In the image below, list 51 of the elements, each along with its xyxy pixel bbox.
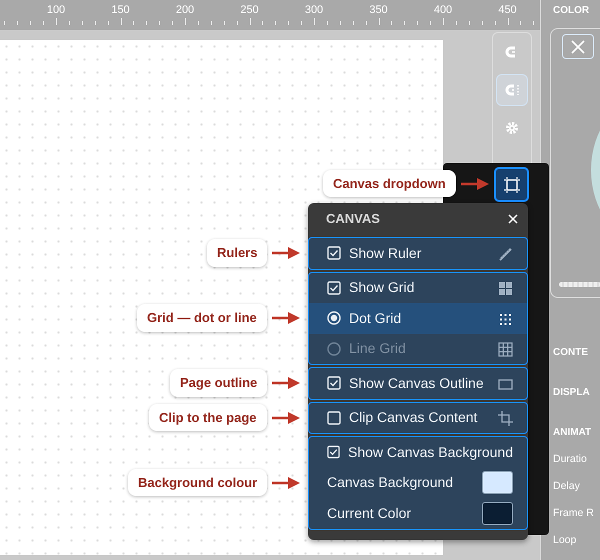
- arrow-icon: [272, 246, 302, 260]
- crop-icon: [498, 411, 513, 426]
- gear-icon: [504, 120, 520, 136]
- arrow-icon: [461, 176, 491, 190]
- field-label: Frame R: [553, 506, 594, 521]
- color-label: Canvas Background: [327, 473, 454, 492]
- slider-track: [559, 282, 600, 287]
- frame-icon: [502, 176, 520, 194]
- callout: Clip to the page: [149, 404, 266, 432]
- menu-option[interactable]: Clip Canvas Content: [309, 402, 527, 433]
- menu-option[interactable]: Dot Grid: [309, 303, 527, 334]
- field-label: Duratio: [553, 452, 587, 467]
- callout: Page outline: [170, 369, 268, 397]
- ruler-label: 450: [498, 3, 517, 18]
- menu-option[interactable]: Show Canvas Background: [309, 437, 527, 468]
- menu-option[interactable]: Show Grid: [309, 272, 527, 303]
- ruler-label: 400: [434, 3, 452, 18]
- section-heading: CONTE: [553, 346, 588, 360]
- callout: Background colour: [128, 468, 268, 496]
- rectangle-icon: [498, 376, 513, 392]
- ruler-label: 200: [176, 3, 194, 18]
- ruler-icon: [498, 246, 513, 262]
- ruler-label: 250: [240, 3, 259, 18]
- ruler-label: 100: [46, 3, 66, 18]
- panel-heading: COLOR: [553, 4, 590, 18]
- color-label: Current Color: [327, 504, 412, 523]
- tiles-icon: [498, 281, 513, 296]
- close-button[interactable]: [508, 214, 518, 224]
- grid-icon: [498, 342, 513, 358]
- magnet-icon: [504, 82, 520, 98]
- callout: Grid — dot or line: [137, 304, 267, 332]
- color-swatch[interactable]: [482, 502, 513, 525]
- arrow-icon: [272, 311, 302, 326]
- section-heading: DISPLA: [553, 386, 590, 400]
- callout: Rulers: [207, 239, 268, 267]
- section-heading: ANIMAT: [553, 426, 592, 440]
- dot-grid-icon: [498, 312, 513, 327]
- field-label: Loop: [553, 533, 576, 548]
- canvas-button[interactable]: [494, 167, 529, 202]
- ruler-label: 300: [304, 3, 324, 18]
- arrow-icon: [272, 476, 302, 490]
- menu-option[interactable]: Show Canvas Outline: [309, 368, 527, 398]
- arrow-icon: [272, 410, 302, 425]
- arrow-icon: [272, 376, 302, 390]
- color-swatch[interactable]: [482, 471, 513, 494]
- callout: Canvas dropdown: [323, 170, 456, 197]
- field-label: Delay: [553, 479, 580, 494]
- menu-title: CANVAS: [326, 210, 380, 228]
- ruler-label: 350: [369, 3, 388, 18]
- menu-option[interactable]: Show Ruler: [309, 238, 527, 268]
- ruler-label: 150: [111, 3, 130, 18]
